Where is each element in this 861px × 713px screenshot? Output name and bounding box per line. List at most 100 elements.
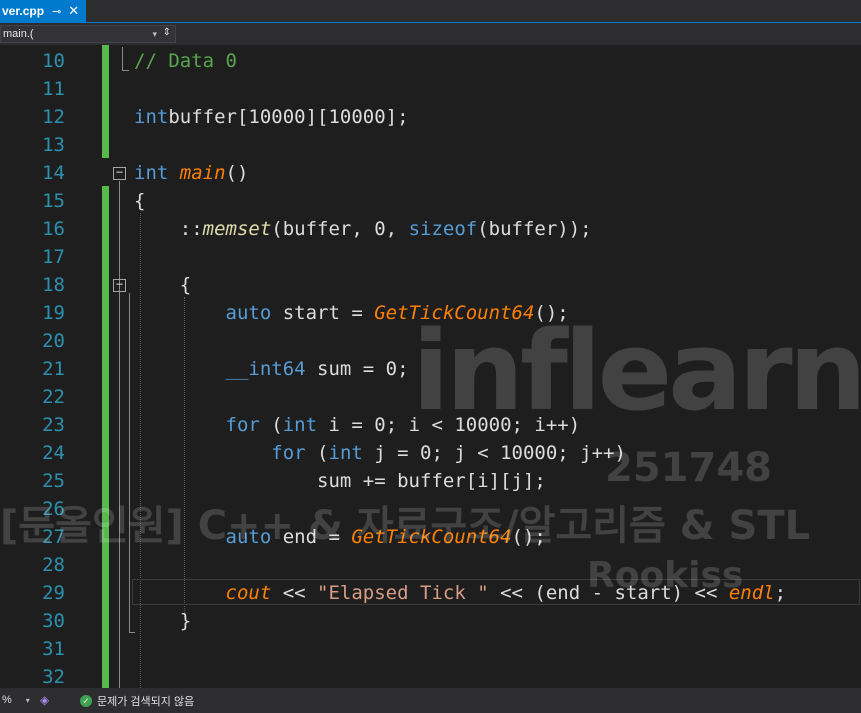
code-token: memset	[202, 218, 272, 240]
code-line[interactable]: for (int i = 0; i < 10000; i++)	[134, 411, 581, 439]
scope-value: main.(	[3, 28, 34, 40]
code-line[interactable]: {	[134, 187, 145, 215]
code-token: i = 0; i < 10000; i++)	[317, 414, 581, 436]
code-token: GetTickCount64	[374, 302, 535, 324]
code-token: }	[134, 610, 192, 632]
code-line[interactable]: ::memset(buffer, 0, sizeof(buffer));	[134, 215, 592, 243]
line-number: 22	[42, 386, 65, 408]
issues-text: 문제가 검색되지 않음	[97, 696, 195, 708]
code-token: auto	[225, 526, 272, 548]
code-token: __int64	[225, 358, 306, 380]
code-token: <<	[271, 582, 318, 604]
collapse-block-icon[interactable]: −	[113, 278, 126, 292]
document-tab-strip: ver.cpp ⊸ ✕	[0, 0, 861, 23]
code-token: auto	[225, 302, 272, 324]
line-number: 32	[42, 666, 65, 688]
code-token: cout	[225, 582, 272, 604]
code-line[interactable]: sum += buffer[i][j];	[134, 467, 546, 495]
check-circle-icon: ✓	[80, 695, 92, 707]
code-token: ;	[774, 582, 787, 604]
code-editor[interactable]: − − 10// Data 0 11 12 intbuffer[10000][1000…	[0, 45, 861, 688]
issues-indicator[interactable]: ✓ 문제가 검색되지 않음	[80, 693, 194, 709]
outline-line	[119, 181, 120, 688]
code-token: int	[134, 106, 169, 128]
line-number: 10	[42, 50, 65, 72]
code-line[interactable]: }	[134, 607, 191, 635]
line-number: 28	[42, 554, 65, 576]
line-number: 17	[42, 246, 65, 268]
code-line[interactable]: auto end = GetTickCount64();	[134, 523, 546, 551]
line-number: 14	[42, 162, 65, 184]
code-token: << (end - start) <<	[488, 582, 729, 604]
code-token: "Elapsed Tick "	[317, 582, 489, 604]
line-number: 18	[42, 274, 65, 296]
code-token: (buffer));	[477, 218, 592, 240]
code-line[interactable]: {	[134, 271, 191, 299]
code-token: for	[225, 414, 260, 436]
line-number: 19	[42, 302, 65, 324]
zoom-value: %	[2, 694, 12, 706]
scope-dropdown[interactable]: main.( ▾ ⇕	[0, 25, 176, 43]
chevron-down-icon: ▾	[25, 696, 30, 705]
code-token: (	[305, 442, 329, 464]
code-token: sum = 0;	[305, 358, 409, 380]
code-token: {	[134, 274, 192, 296]
code-token: ::	[134, 218, 203, 240]
change-indicator-bar	[102, 186, 109, 688]
line-number: 11	[42, 78, 65, 100]
line-number: 16	[42, 218, 65, 240]
pin-icon[interactable]: ⊸	[52, 5, 61, 18]
code-token: int	[134, 162, 169, 184]
tab-filename: ver.cpp	[2, 4, 45, 18]
code-token: ();	[534, 302, 569, 324]
code-token: main	[179, 162, 226, 184]
copilot-icon[interactable]: ◈	[40, 693, 52, 707]
splitter-icon[interactable]: ⇕	[163, 25, 171, 41]
outline-line	[129, 293, 130, 633]
line-number: 23	[42, 414, 65, 436]
line-number: 13	[42, 134, 65, 156]
outline-line	[122, 70, 129, 71]
close-icon[interactable]: ✕	[68, 3, 79, 19]
line-number: 29	[42, 582, 65, 604]
line-number: 27	[42, 526, 65, 548]
code-token: (buffer, 0,	[271, 218, 409, 240]
code-line[interactable]: __int64 sum = 0;	[134, 355, 409, 383]
code-line[interactable]: int main()	[134, 159, 248, 187]
navigation-bar: main.( ▾ ⇕	[0, 23, 861, 45]
line-number: 30	[42, 610, 65, 632]
chevron-down-icon[interactable]: ▾	[152, 26, 157, 42]
code-token: end =	[271, 526, 352, 548]
code-token: sum += buffer[i][j];	[134, 470, 546, 492]
code-token: int	[328, 442, 363, 464]
code-token: for	[271, 442, 306, 464]
code-token: ();	[511, 526, 546, 548]
code-token: ()	[225, 162, 249, 184]
line-number: 20	[42, 330, 65, 352]
line-number: 26	[42, 498, 65, 520]
line-number: 24	[42, 442, 65, 464]
document-tab[interactable]: ver.cpp ⊸ ✕	[0, 0, 86, 22]
code-line[interactable]: intbuffer[10000][10000];	[134, 103, 409, 131]
code-token: buffer[10000][10000];	[168, 106, 409, 128]
line-number: 31	[42, 638, 65, 660]
code-line[interactable]: // Data 0	[134, 47, 237, 75]
watermark-id: 251748	[605, 445, 772, 491]
code-line[interactable]: cout << "Elapsed Tick " << (end - start)…	[134, 579, 787, 607]
zoom-dropdown[interactable]: % ▾	[2, 694, 30, 706]
code-line[interactable]: for (int j = 0; j < 10000; j++)	[134, 439, 626, 467]
code-token: endl	[728, 582, 775, 604]
code-token: int	[282, 414, 318, 436]
code-line[interactable]: auto start = GetTickCount64();	[134, 299, 569, 327]
outline-line	[122, 47, 123, 71]
code-token: start =	[271, 302, 375, 324]
code-token: j = 0; j < 10000; j++)	[362, 442, 626, 464]
line-number: 21	[42, 358, 65, 380]
code-token: (	[259, 414, 283, 436]
collapse-main-icon[interactable]: −	[113, 166, 126, 180]
